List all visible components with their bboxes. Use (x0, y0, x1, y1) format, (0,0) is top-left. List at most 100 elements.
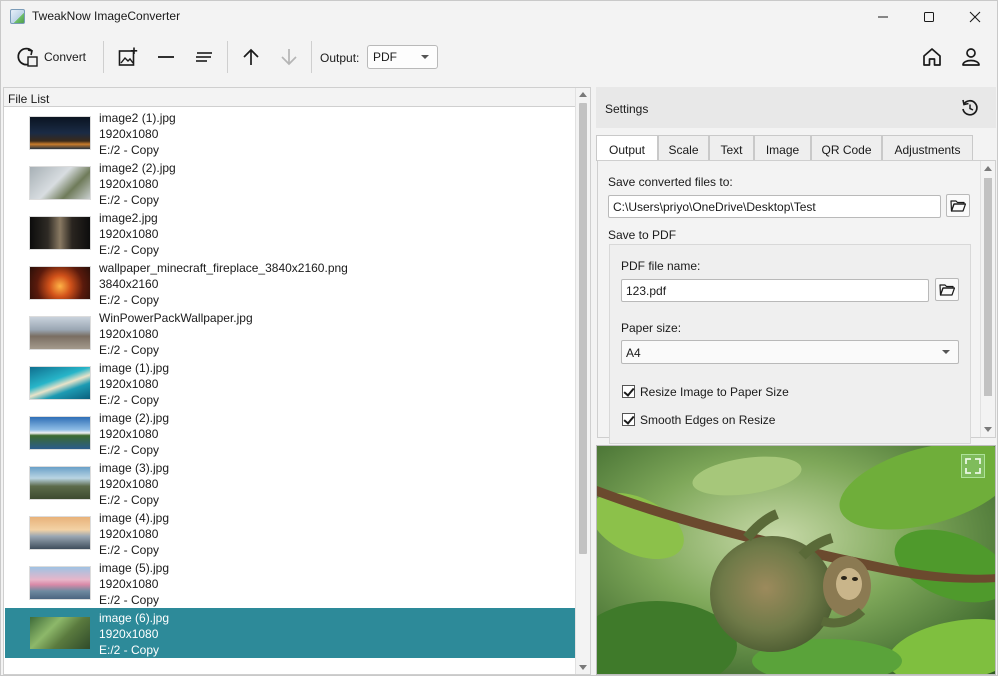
file-name: WinPowerPackWallpaper.jpg (99, 311, 253, 325)
scrollbar-thumb[interactable] (984, 178, 992, 396)
close-button[interactable] (952, 1, 998, 32)
convert-button[interactable]: Convert (13, 42, 93, 72)
file-list-item[interactable]: WinPowerPackWallpaper.jpg 1920x1080 E:/2… (5, 308, 576, 358)
file-path: E:/2 - Copy (99, 443, 160, 457)
close-icon (969, 11, 981, 22)
file-path: E:/2 - Copy (99, 343, 160, 357)
file-name: image (5).jpg (99, 561, 170, 575)
maximize-icon (924, 11, 934, 22)
file-thumbnail (29, 116, 91, 150)
smooth-edges-checkbox[interactable] (622, 413, 635, 426)
tab-output[interactable]: Output (596, 135, 658, 161)
resize-label: Resize Image to Paper Size (640, 385, 789, 399)
remove-button[interactable] (151, 42, 181, 72)
toolbar-separator (227, 41, 228, 73)
file-dimensions: 1920x1080 (99, 327, 159, 341)
tab-scale[interactable]: Scale (658, 135, 709, 160)
file-dimensions: 1920x1080 (99, 177, 159, 191)
file-list-item[interactable]: image (1).jpg 1920x1080 E:/2 - Copy (5, 358, 576, 408)
settings-scrollbar[interactable] (980, 161, 995, 437)
file-list-item[interactable]: image (4).jpg 1920x1080 E:/2 - Copy (5, 508, 576, 558)
pdf-options-group: PDF file name: 123.pdf Paper size: A4 Re… (609, 244, 971, 444)
tab-qr-code[interactable]: QR Code (811, 135, 882, 160)
file-list-item[interactable]: image2.jpg 1920x1080 E:/2 - Copy (5, 208, 576, 258)
toolbar-separator (311, 41, 312, 73)
scroll-down-icon[interactable] (579, 665, 587, 670)
file-thumbnail (29, 566, 91, 600)
file-dimensions: 1920x1080 (99, 477, 159, 491)
move-down-icon (281, 49, 297, 66)
file-name: image2.jpg (99, 211, 158, 225)
file-path: E:/2 - Copy (99, 543, 160, 557)
scroll-up-icon[interactable] (579, 92, 587, 97)
tab-text[interactable]: Text (709, 135, 754, 160)
file-thumbnail (29, 216, 91, 250)
minimize-button[interactable] (860, 1, 906, 32)
file-thumbnail (29, 366, 91, 400)
browse-pdf-button[interactable] (935, 278, 959, 301)
file-list-item-selected[interactable]: image (6).jpg 1920x1080 E:/2 - Copy (5, 608, 576, 658)
settings-tabs: Output Scale Text Image QR Code Adjustme… (596, 135, 981, 161)
maximize-button[interactable] (906, 1, 952, 32)
file-name: image (4).jpg (99, 511, 170, 525)
file-name: image (1).jpg (99, 361, 170, 375)
user-button[interactable] (956, 42, 986, 72)
file-thumbnail (29, 616, 91, 650)
title-bar[interactable]: TweakNow ImageConverter (1, 1, 997, 32)
browse-folder-button[interactable] (946, 194, 970, 217)
output-settings-panel: Save converted files to: C:\Users\priyo\… (597, 160, 996, 444)
file-dimensions: 1920x1080 (99, 427, 159, 441)
file-name: image (3).jpg (99, 461, 170, 475)
save-path-input[interactable]: C:\Users\priyo\OneDrive\Desktop\Test (608, 195, 941, 218)
scrollbar-thumb[interactable] (579, 103, 587, 554)
move-up-button[interactable] (237, 42, 265, 72)
image-preview[interactable] (596, 445, 996, 675)
window-title: TweakNow ImageConverter (32, 9, 181, 23)
file-dimensions: 1920x1080 (99, 377, 159, 391)
file-path: E:/2 - Copy (99, 493, 160, 507)
smooth-edges-label: Smooth Edges on Resize (640, 413, 776, 427)
file-name: image (6).jpg (99, 611, 170, 625)
file-list[interactable]: File List image2 (1).jpg 1920x1080 E:/2 … (3, 87, 591, 675)
file-list-scrollbar[interactable] (575, 88, 590, 674)
expand-preview-button[interactable] (961, 454, 985, 478)
file-list-item[interactable]: image (3).jpg 1920x1080 E:/2 - Copy (5, 458, 576, 508)
home-button[interactable] (917, 42, 947, 72)
output-format-value: PDF (373, 50, 397, 64)
add-image-button[interactable] (113, 42, 143, 72)
output-format-select[interactable]: PDF (367, 45, 438, 69)
file-list-item[interactable]: image2 (1).jpg 1920x1080 E:/2 - Copy (5, 108, 576, 158)
file-list-item[interactable]: image2 (2).jpg 1920x1080 E:/2 - Copy (5, 158, 576, 208)
file-dimensions: 1920x1080 (99, 227, 159, 241)
file-dimensions: 1920x1080 (99, 627, 159, 641)
file-name: image2 (2).jpg (99, 161, 176, 175)
move-down-button[interactable] (275, 42, 303, 72)
file-list-item[interactable]: image (5).jpg 1920x1080 E:/2 - Copy (5, 558, 576, 608)
output-format-label: Output: (320, 51, 360, 65)
file-list-item[interactable]: image (2).jpg 1920x1080 E:/2 - Copy (5, 408, 576, 458)
add-image-icon (118, 47, 138, 66)
reset-settings-button[interactable] (960, 98, 980, 121)
file-thumbnail (29, 516, 91, 550)
resize-checkbox[interactable] (622, 385, 635, 398)
pdf-file-name-input[interactable]: 123.pdf (621, 279, 929, 302)
file-list-item[interactable]: wallpaper_minecraft_fireplace_3840x2160.… (5, 258, 576, 308)
file-path: E:/2 - Copy (99, 293, 160, 307)
app-window: TweakNow ImageConverter Convert Output: … (0, 0, 998, 676)
remove-icon (158, 56, 174, 58)
paper-size-select[interactable]: A4 (621, 340, 959, 364)
convert-icon (17, 47, 38, 67)
scroll-up-icon[interactable] (984, 166, 992, 171)
tab-image[interactable]: Image (754, 135, 811, 160)
paper-size-label: Paper size: (621, 321, 682, 335)
tab-adjustments[interactable]: Adjustments (882, 135, 973, 160)
settings-title: Settings (605, 102, 649, 116)
settings-header: Settings (596, 87, 996, 128)
folder-open-icon (939, 283, 955, 296)
scroll-down-icon[interactable] (984, 427, 992, 432)
file-thumbnail (29, 466, 91, 500)
save-pdf-label: Save to PDF (608, 228, 677, 242)
clear-list-button[interactable] (189, 42, 219, 72)
file-list-header: File List (4, 88, 576, 107)
chevron-down-icon (421, 55, 429, 59)
